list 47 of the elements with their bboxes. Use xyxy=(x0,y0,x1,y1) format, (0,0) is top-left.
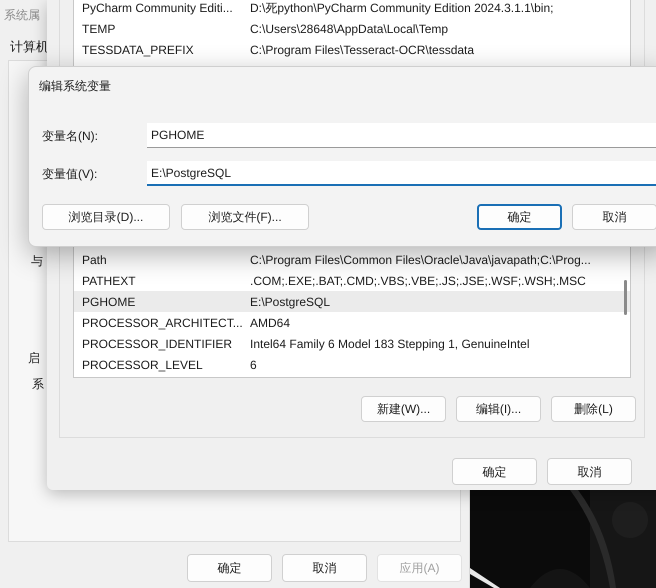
variable-value: AMD64 xyxy=(250,314,290,332)
variable-row[interactable]: PROCESSOR_LEVEL 6 xyxy=(74,354,630,375)
dialog-button[interactable]: 确定 xyxy=(477,204,562,230)
dialog-button[interactable]: 确定 xyxy=(452,458,537,485)
list-button[interactable]: 编辑(I)... xyxy=(456,396,541,422)
variable-row[interactable]: PyCharm Community Editi... D:\死python\PyCharm Community Edition 2024.3.1.1\bin; xyxy=(74,0,630,18)
variable-row[interactable]: PROCESSOR_ARCHITECT... AMD64 xyxy=(74,312,630,333)
variable-name: PyCharm Community Editi... xyxy=(81,0,234,16)
scrollbar-thumb[interactable] xyxy=(624,280,627,315)
variable-row[interactable]: PATHEXT .COM;.EXE;.BAT;.CMD;.VBS;.VBE;.JS;.JSE;.WSF;.WSH;.MSC xyxy=(74,270,630,291)
variable-name: PROCESSOR_LEVEL xyxy=(81,356,204,374)
variable-name: TEMP xyxy=(81,20,116,38)
browse-button[interactable]: 浏览目录(D)... xyxy=(42,204,170,230)
text-field[interactable]: PGHOME xyxy=(147,123,656,148)
variable-value: .COM;.EXE;.BAT;.CMD;.VBS;.VBE;.JS;.JSE;.WSF;.WSH;.MSC xyxy=(250,272,586,290)
variable-value: 6 xyxy=(250,356,257,374)
field-label: 变量名(N): xyxy=(41,128,99,144)
variable-name: PATHEXT xyxy=(81,272,137,290)
variable-value: Intel64 Family 6 Model 183 Stepping 1, GenuineIntel xyxy=(250,336,530,352)
list-button[interactable]: 新建(W)... xyxy=(361,396,446,422)
variable-name: PROCESSOR_ARCHITECT... xyxy=(81,314,244,332)
variable-row[interactable]: TEMP C:\Users\28648\AppData\Local\Temp xyxy=(74,18,630,39)
window-title: 系统属 xyxy=(4,7,40,24)
variable-value: C:\Users\28648\AppData\Local\Temp xyxy=(250,20,448,38)
variable-row[interactable]: PGHOME E:\PostgreSQL xyxy=(74,291,630,312)
variable-name: TESSDATA_PREFIX xyxy=(81,42,195,58)
label-fragment: 系 xyxy=(32,376,44,393)
dialog-title: 编辑系统变量 xyxy=(39,78,111,95)
variable-value: E:\PostgreSQL xyxy=(250,294,330,310)
dialog-button[interactable]: 确定 xyxy=(187,554,272,582)
dialog-button[interactable]: 取消 xyxy=(282,554,367,582)
variable-row[interactable]: PROCESSOR_IDENTIFIER Intel64 Family 6 Model 183 Stepping 1, GenuineIntel xyxy=(74,333,630,354)
variable-row[interactable]: Path C:\Program Files\Common Files\Oracle\Java\javapath;C:\Prog... xyxy=(74,249,630,270)
variable-row[interactable]: TESSDATA_PREFIX C:\Program Files\Tesseract-OCR\tessdata xyxy=(74,39,630,60)
dialog-button[interactable]: 取消 xyxy=(547,458,632,485)
dialog-button[interactable]: 取消 xyxy=(572,204,656,230)
text-field[interactable]: E:\PostgreSQL xyxy=(147,161,656,186)
field-label: 变量值(V): xyxy=(41,166,98,182)
browse-button[interactable]: 浏览文件(F)... xyxy=(181,204,309,230)
list-button[interactable]: 删除(L) xyxy=(551,396,636,422)
variable-name: Path xyxy=(81,252,108,268)
variable-name: PROCESSOR_IDENTIFIER xyxy=(81,336,234,352)
variable-value: D:\死python\PyCharm Community Edition 2024.3.1.1\bin; xyxy=(250,0,554,16)
label-fragment: 与 xyxy=(31,253,43,270)
variable-value: C:\Program Files\Common Files\Oracle\Java\javapath;C:\Prog... xyxy=(250,252,591,268)
variable-name: PGHOME xyxy=(81,294,136,310)
variable-value: C:\Program Files\Tesseract-OCR\tessdata xyxy=(250,42,474,58)
